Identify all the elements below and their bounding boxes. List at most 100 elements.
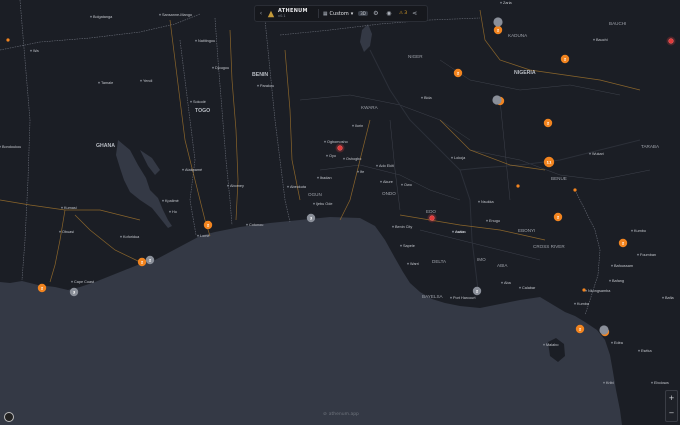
event-marker[interactable]: 3 <box>69 287 79 297</box>
event-marker[interactable] <box>492 95 502 105</box>
place-label: ABIA <box>497 263 508 268</box>
event-marker[interactable]: 2 <box>575 324 585 334</box>
zoom-out-button[interactable]: − <box>669 409 675 418</box>
place-label: Cotonou <box>249 223 263 227</box>
event-marker[interactable] <box>666 36 676 46</box>
city-dot <box>30 49 32 52</box>
place-label: Ilorin <box>355 124 363 128</box>
city-dot <box>421 96 423 99</box>
place-label: Bauchi <box>596 38 608 42</box>
city-dot <box>352 124 354 127</box>
event-marker[interactable]: 2 <box>618 238 628 248</box>
place-label: Kribi <box>606 381 614 385</box>
place-label: Abomey <box>230 184 244 188</box>
event-marker[interactable]: 2 <box>37 283 47 293</box>
event-marker[interactable] <box>6 38 10 42</box>
event-marker[interactable]: 2 <box>560 54 570 64</box>
place-label: Parakou <box>260 84 274 88</box>
city-dot <box>182 168 184 171</box>
place-label: Ibadan <box>320 176 332 180</box>
place-label: TARABA <box>641 144 660 149</box>
map-canvas[interactable]: Zaria BAUCHI KADUNA Bauchi Bolgatanga Sansann… <box>0 0 680 425</box>
city-dot <box>287 185 289 188</box>
mode-dropdown[interactable]: ▦ Custom ▾ <box>323 11 353 17</box>
place-label: Kumasi <box>64 206 77 210</box>
event-marker[interactable]: 2 <box>203 220 213 230</box>
city-dot <box>313 202 315 205</box>
place-label: Nsukka <box>481 200 495 204</box>
event-marker[interactable] <box>582 288 586 292</box>
place-label: Ogbomosho <box>327 140 348 144</box>
city-dot <box>326 154 328 157</box>
place-label: Sansanne-Mango <box>162 13 192 17</box>
city-dot <box>257 84 259 87</box>
place-label: Bafang <box>612 279 624 283</box>
event-marker[interactable]: 3 <box>306 213 316 223</box>
place-label: Lokoja <box>454 156 466 160</box>
city-dot <box>611 341 613 344</box>
city-dot <box>343 157 345 160</box>
settings-icon[interactable]: ⚙ <box>371 10 381 17</box>
marker-dot <box>599 325 609 335</box>
place-label: Akure <box>383 180 393 184</box>
event-marker[interactable]: 11 <box>543 156 555 168</box>
event-marker[interactable]: 2 <box>543 118 553 128</box>
place-label: KADUNA <box>508 33 528 38</box>
brand-version: v0.1 <box>278 13 286 18</box>
event-marker[interactable] <box>493 17 503 27</box>
event-marker[interactable] <box>599 325 609 335</box>
place-label: Kumba <box>577 302 590 306</box>
event-marker[interactable]: 2 <box>145 255 155 265</box>
place-label: Zaria <box>503 1 513 5</box>
city-dot <box>631 229 633 232</box>
place-label: DELTA <box>432 259 447 264</box>
city-dot <box>478 200 480 203</box>
toolbar-divider <box>317 9 319 18</box>
event-marker[interactable] <box>573 188 577 192</box>
place-label: NIGERIA <box>514 70 536 76</box>
place-label: Ado Ekiti <box>379 164 394 168</box>
city-dot <box>486 219 488 222</box>
city-dot <box>162 199 164 202</box>
event-marker[interactable] <box>427 213 437 223</box>
share-icon[interactable]: ⋖ <box>412 10 417 17</box>
brand: ATHENUM v0.1 <box>278 8 308 19</box>
city-dot <box>212 66 214 69</box>
zoom-in-button[interactable]: + <box>669 394 675 403</box>
place-label: NIGER <box>408 54 423 59</box>
credit-text: athenum.app <box>328 412 359 417</box>
city-dot <box>501 281 503 284</box>
event-marker[interactable]: 2 <box>137 257 147 267</box>
place-label: Oshogbo <box>346 157 361 161</box>
back-button[interactable]: ‹ <box>255 10 267 17</box>
event-marker[interactable]: 2 <box>553 212 563 222</box>
place-label: Kumbo <box>634 229 646 233</box>
event-marker[interactable]: 2 <box>453 68 463 78</box>
place-label: Ho <box>172 210 177 214</box>
place-label: Kpalimé <box>165 199 179 203</box>
city-dot <box>401 183 403 186</box>
place-label: Sokodé <box>193 100 206 104</box>
event-marker[interactable]: 2 <box>493 25 503 35</box>
event-marker[interactable] <box>516 184 520 188</box>
city-dot <box>357 170 359 173</box>
place-label: KWARA <box>361 105 379 110</box>
marker-count: 11 <box>546 160 552 164</box>
place-label: Malabo <box>546 343 558 347</box>
city-dot <box>197 234 199 237</box>
grid-icon: ▦ <box>322 10 328 17</box>
event-marker[interactable] <box>335 143 345 153</box>
visibility-icon[interactable]: ◉ <box>384 10 394 17</box>
city-dot <box>452 230 454 233</box>
place-label: Foumban <box>640 253 656 257</box>
city-dot <box>500 1 502 4</box>
place-label: Natitingou <box>198 39 215 43</box>
alerts-badge[interactable]: ⚠ 3 <box>399 11 407 16</box>
view-3d-toggle[interactable]: 3D <box>358 11 368 16</box>
place-label: Abeokuta <box>290 185 307 189</box>
globe-icon[interactable] <box>4 412 14 422</box>
marker-dot <box>493 17 503 27</box>
event-marker[interactable]: 2 <box>472 286 482 296</box>
place-label: Eséka <box>641 349 652 353</box>
place-label: Yendi <box>143 79 153 83</box>
